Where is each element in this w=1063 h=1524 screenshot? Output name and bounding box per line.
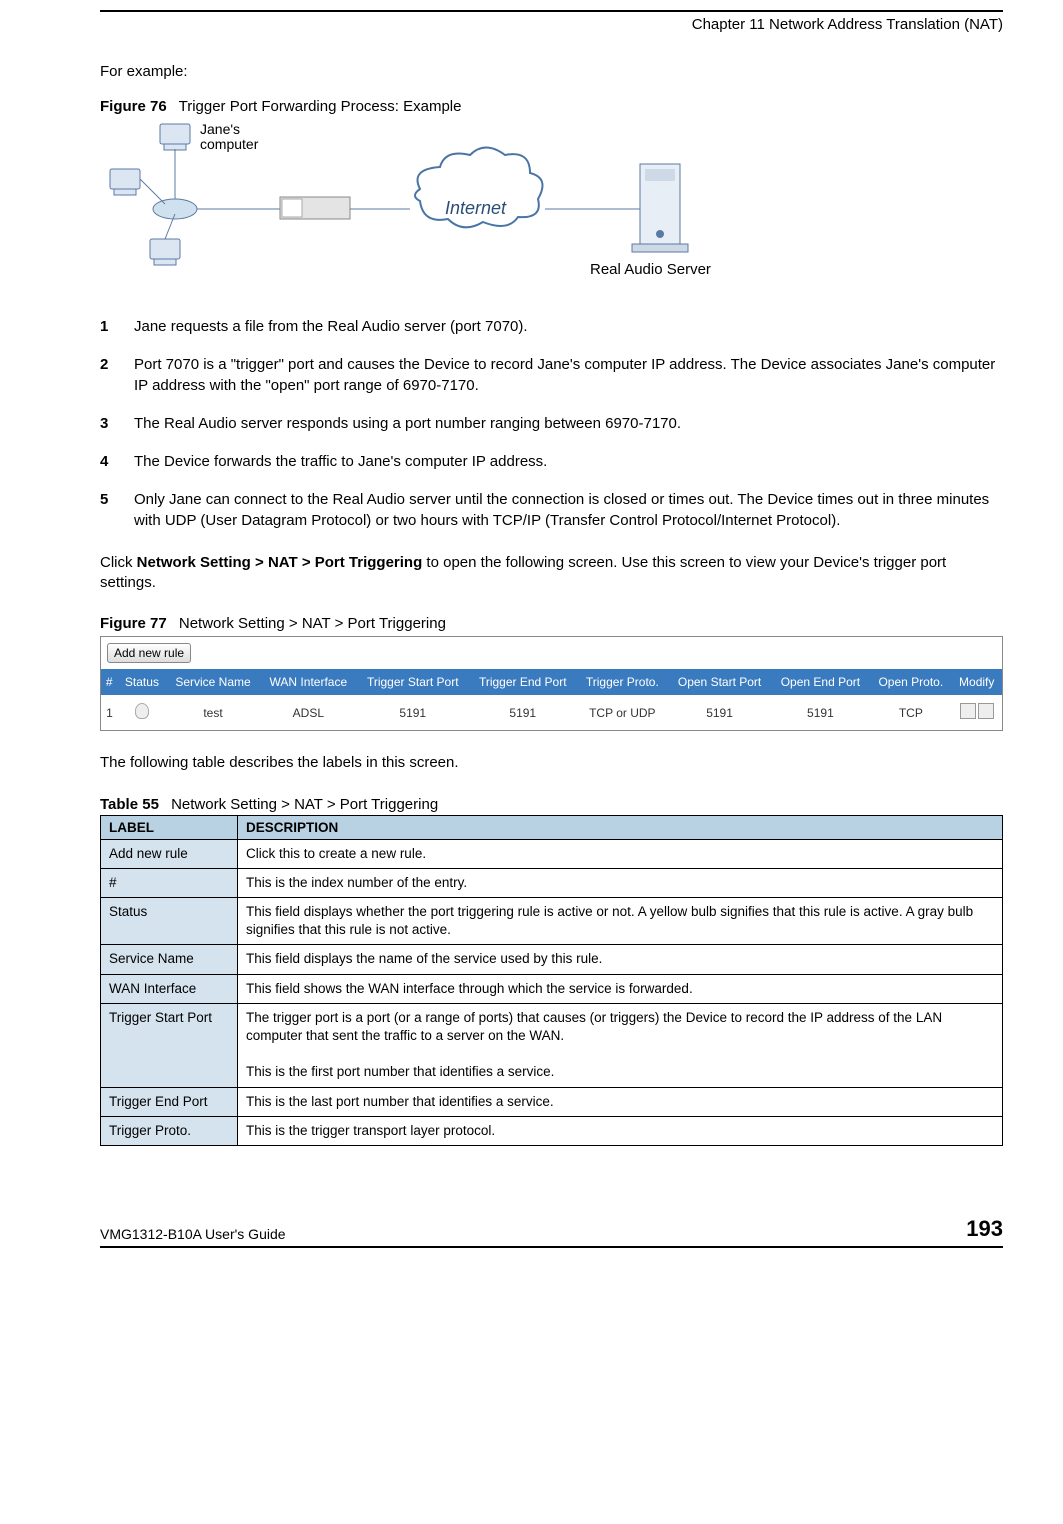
- col-wan: WAN Interface: [260, 669, 357, 695]
- step-2: 2Port 7070 is a "trigger" port and cause…: [100, 355, 1003, 396]
- cell-modify: [952, 695, 1002, 730]
- desc-row: Service NameThis field displays the name…: [101, 945, 1003, 974]
- desc-row: Trigger Start PortThe trigger port is a …: [101, 1003, 1003, 1087]
- desc-row: Trigger Proto.This is the trigger transp…: [101, 1116, 1003, 1145]
- figure76-diagram: Jane's computer Internet Real Audio Serv…: [100, 119, 760, 289]
- bulb-icon: [135, 703, 149, 719]
- cell-status: [118, 695, 166, 730]
- desc-row: StatusThis field displays whether the po…: [101, 897, 1003, 944]
- col-oproto: Open Proto.: [870, 669, 952, 695]
- cell-tproto: TCP or UDP: [577, 695, 668, 730]
- intro-text: For example:: [100, 63, 1003, 80]
- desc-row: Trigger End PortThis is the last port nu…: [101, 1087, 1003, 1116]
- delete-icon[interactable]: [978, 703, 994, 719]
- col-num: #: [101, 669, 118, 695]
- figure77-title: Network Setting > NAT > Port Triggering: [179, 615, 446, 632]
- desc-head-desc: DESCRIPTION: [238, 815, 1003, 839]
- svg-text:computer: computer: [200, 136, 259, 152]
- svg-text:Jane's: Jane's: [200, 121, 240, 137]
- description-table: LABEL DESCRIPTION Add new ruleClick this…: [100, 815, 1003, 1147]
- svg-text:Internet: Internet: [445, 198, 507, 218]
- col-tsp: Trigger Start Port: [357, 669, 469, 695]
- navigation-instruction: Click Network Setting > NAT > Port Trigg…: [100, 553, 1003, 594]
- col-osp: Open Start Port: [668, 669, 771, 695]
- cell-oproto: TCP: [870, 695, 952, 730]
- rules-table: # Status Service Name WAN Interface Trig…: [101, 669, 1002, 730]
- cell-osp: 5191: [668, 695, 771, 730]
- svg-text:Real Audio Server: Real Audio Server: [590, 261, 711, 278]
- page-footer: VMG1312-B10A User's Guide 193: [100, 1216, 1003, 1248]
- figure76-caption: Figure 76 Trigger Port Forwarding Proces…: [100, 98, 1003, 115]
- col-tep: Trigger End Port: [469, 669, 577, 695]
- cell-service: test: [166, 695, 260, 730]
- col-service: Service Name: [166, 669, 260, 695]
- footer-guide: VMG1312-B10A User's Guide: [100, 1226, 286, 1242]
- cell-tsp: 5191: [357, 695, 469, 730]
- col-oep: Open End Port: [771, 669, 870, 695]
- step-3: 3The Real Audio server responds using a …: [100, 414, 1003, 434]
- cell-tep: 5191: [469, 695, 577, 730]
- chapter-header: Chapter 11 Network Address Translation (…: [100, 10, 1003, 33]
- figure76-title: Trigger Port Forwarding Process: Example: [179, 98, 462, 115]
- cell-wan: ADSL: [260, 695, 357, 730]
- col-modify: Modify: [952, 669, 1002, 695]
- table55-caption: Table 55 Network Setting > NAT > Port Tr…: [100, 796, 1003, 813]
- cell-num: 1: [101, 695, 118, 730]
- step-1: 1Jane requests a file from the Real Audi…: [100, 317, 1003, 337]
- desc-row: Add new ruleClick this to create a new r…: [101, 839, 1003, 868]
- step-5: 5Only Jane can connect to the Real Audio…: [100, 490, 1003, 531]
- edit-icon[interactable]: [960, 703, 976, 719]
- cell-oep: 5191: [771, 695, 870, 730]
- add-new-rule-button[interactable]: Add new rule: [107, 643, 191, 663]
- table55-label: Table 55: [100, 796, 159, 813]
- col-tproto: Trigger Proto.: [577, 669, 668, 695]
- table-intro: The following table describes the labels…: [100, 753, 1003, 773]
- port-triggering-screenshot: Add new rule # Status Service Name WAN I…: [100, 636, 1003, 731]
- table-row: 1 test ADSL 5191 5191 TCP or UDP 5191 51…: [101, 695, 1002, 730]
- footer-page-number: 193: [966, 1216, 1003, 1242]
- figure76-label: Figure 76: [100, 98, 167, 115]
- desc-row: WAN InterfaceThis field shows the WAN in…: [101, 974, 1003, 1003]
- table55-title: Network Setting > NAT > Port Triggering: [171, 796, 438, 813]
- step-4: 4The Device forwards the traffic to Jane…: [100, 452, 1003, 472]
- desc-row: #This is the index number of the entry.: [101, 868, 1003, 897]
- col-status: Status: [118, 669, 166, 695]
- desc-head-label: LABEL: [101, 815, 238, 839]
- steps-list: 1Jane requests a file from the Real Audi…: [100, 317, 1003, 531]
- figure77-caption: Figure 77 Network Setting > NAT > Port T…: [100, 615, 1003, 632]
- figure77-label: Figure 77: [100, 615, 167, 632]
